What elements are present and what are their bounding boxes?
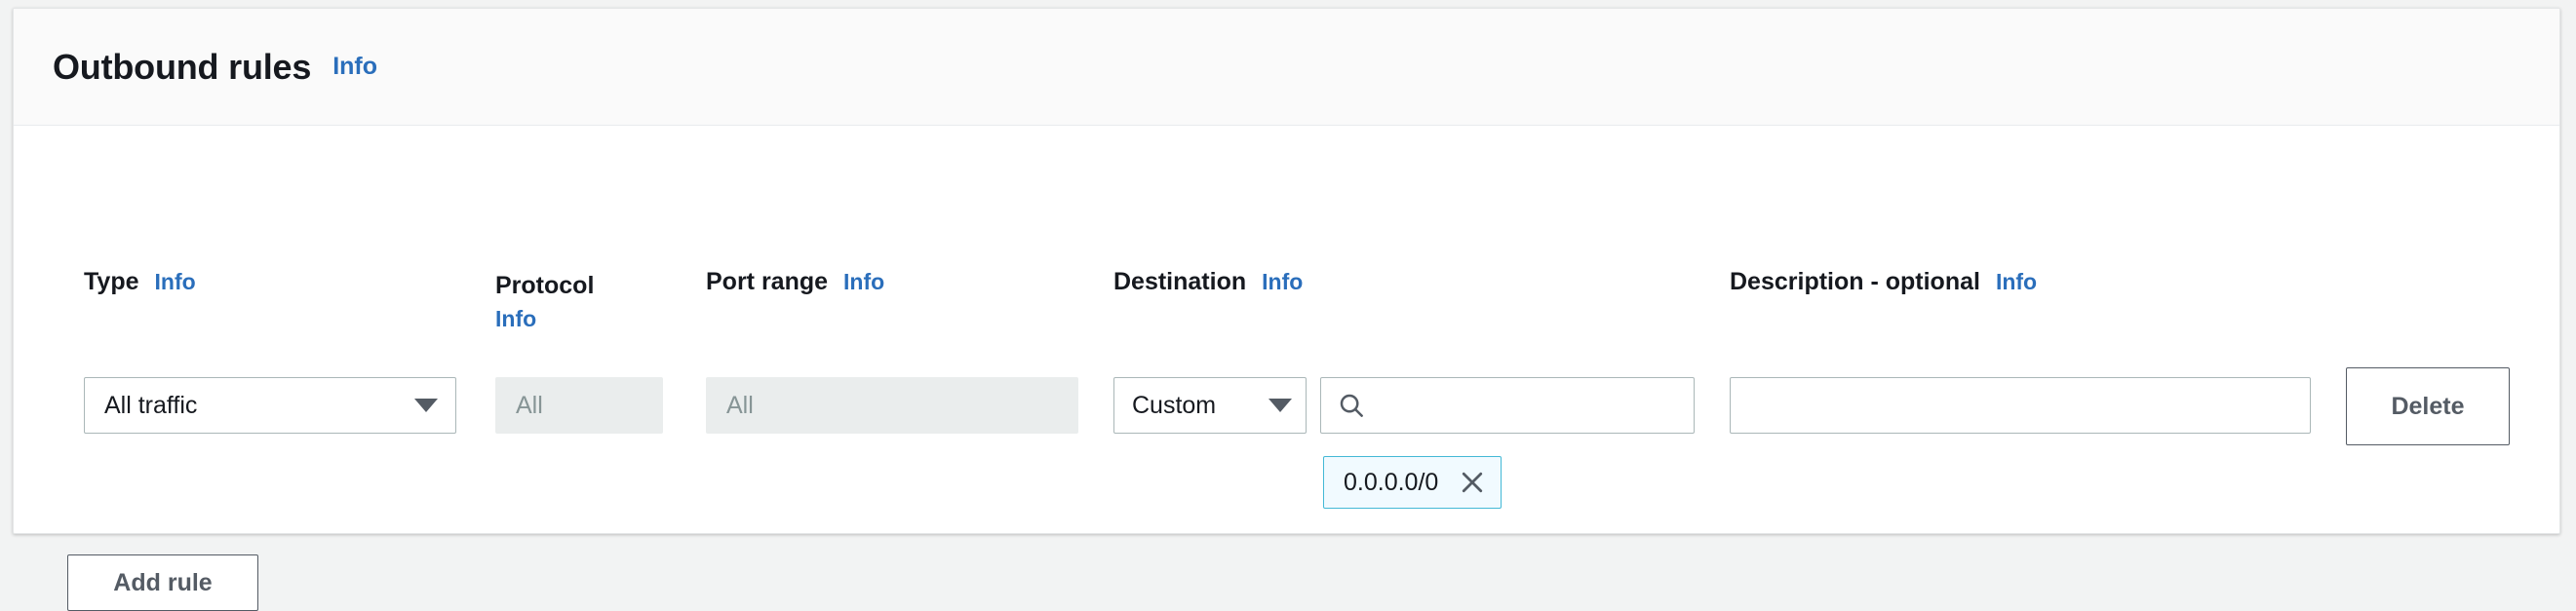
column-header-port-range-info-link[interactable]: Info bbox=[843, 269, 884, 294]
column-header-description: Description - optional Info bbox=[1730, 268, 2037, 296]
destination-token-label: 0.0.0.0/0 bbox=[1344, 469, 1438, 497]
destination-search-wrapper[interactable] bbox=[1320, 377, 1695, 434]
chevron-down-icon bbox=[1268, 399, 1292, 412]
column-header-type-label: Type bbox=[84, 268, 139, 295]
rules-body: Type Info Protocol Info Port range Info Des… bbox=[14, 126, 2559, 533]
chevron-down-icon bbox=[414, 399, 438, 412]
column-header-description-label: Description - optional bbox=[1730, 268, 1980, 295]
type-select[interactable]: All traffic bbox=[84, 377, 456, 434]
column-header-port-range-label: Port range bbox=[706, 268, 828, 295]
destination-type-select-value: Custom bbox=[1132, 392, 1216, 420]
outbound-rules-panel: Outbound rules Info Type Info Protocol Inf… bbox=[13, 8, 2560, 534]
column-header-destination-label: Destination bbox=[1113, 268, 1246, 295]
column-header-type: Type Info bbox=[84, 268, 196, 296]
page-title: Outbound rules bbox=[53, 47, 311, 88]
search-icon bbox=[1337, 391, 1366, 420]
description-input[interactable] bbox=[1730, 377, 2311, 434]
protocol-field: All bbox=[495, 377, 663, 434]
close-icon[interactable] bbox=[1458, 468, 1487, 497]
column-header-destination: Destination Info bbox=[1113, 268, 1303, 296]
panel-info-link[interactable]: Info bbox=[332, 53, 377, 81]
delete-button[interactable]: Delete bbox=[2346, 367, 2510, 445]
column-header-description-info-link[interactable]: Info bbox=[1996, 269, 2037, 294]
column-header-port-range: Port range Info bbox=[706, 268, 884, 296]
column-header-protocol-label: Protocol bbox=[495, 272, 594, 299]
protocol-field-value: All bbox=[516, 392, 543, 420]
column-header-type-info-link[interactable]: Info bbox=[155, 269, 196, 294]
type-select-value: All traffic bbox=[104, 392, 197, 420]
port-range-field-value: All bbox=[726, 392, 754, 420]
column-header-destination-info-link[interactable]: Info bbox=[1262, 269, 1303, 294]
panel-header: Outbound rules Info bbox=[14, 9, 2559, 126]
column-header-protocol-info-link[interactable]: Info bbox=[495, 303, 642, 335]
destination-type-select[interactable]: Custom bbox=[1113, 377, 1307, 434]
port-range-field: All bbox=[706, 377, 1078, 434]
column-header-protocol: Protocol Info bbox=[495, 268, 642, 336]
destination-token[interactable]: 0.0.0.0/0 bbox=[1323, 456, 1502, 509]
